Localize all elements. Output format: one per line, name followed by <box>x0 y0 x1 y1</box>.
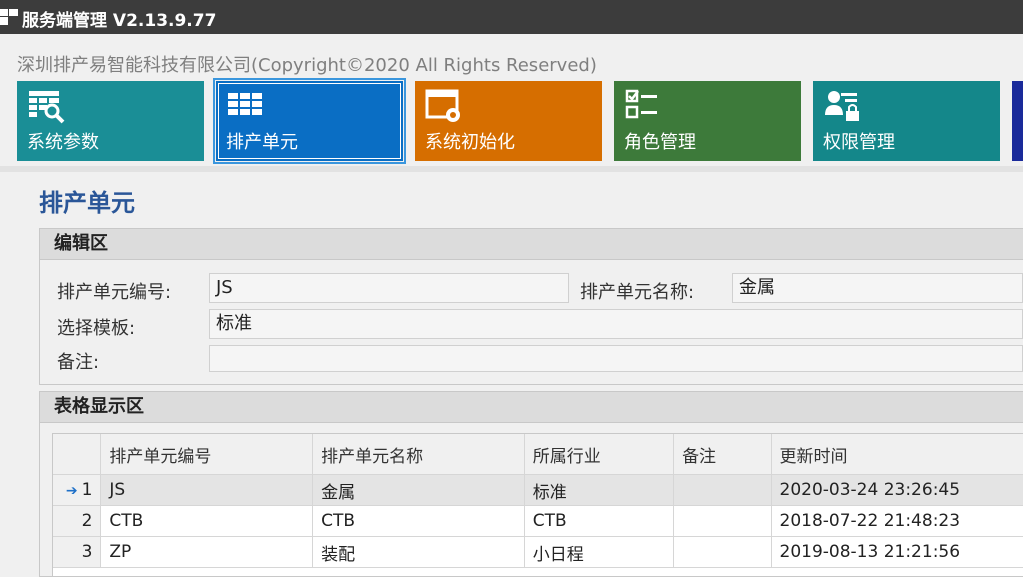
cell-industry[interactable]: 标准 <box>524 474 675 506</box>
column-header-updated[interactable]: 更新时间 <box>771 434 1023 475</box>
tile-permission-management[interactable]: 权限管理 <box>813 81 1000 161</box>
window-gear-icon <box>425 89 460 122</box>
column-header-industry[interactable]: 所属行业 <box>524 434 675 475</box>
cell-industry[interactable]: CTB <box>524 505 675 537</box>
copyright-text: 深圳排产易智能科技有限公司(Copyright©2020 All Rights … <box>17 55 597 76</box>
cell-code[interactable]: JS <box>100 474 314 506</box>
tile-next-partial[interactable] <box>1012 81 1023 161</box>
remark-label: 备注: <box>57 352 100 373</box>
data-grid[interactable]: 排产单元编号 排产单元名称 所属行业 备注 更新时间 ➔ 1 JS 金属 标准 2… <box>52 433 1023 577</box>
grid-icon <box>228 93 262 115</box>
column-header-code[interactable]: 排产单元编号 <box>100 434 314 475</box>
cell-updated[interactable]: 2020-03-24 23:26:45 <box>771 474 1023 506</box>
cell-updated[interactable]: 2018-07-22 21:48:23 <box>771 505 1023 537</box>
cell-remark[interactable] <box>673 505 772 537</box>
name-field[interactable]: 金属 <box>732 273 1023 303</box>
cell-updated[interactable]: 2019-08-13 21:21:56 <box>771 536 1023 568</box>
page-title: 排产单元 <box>39 189 135 217</box>
cell-code[interactable]: ZP <box>100 536 314 568</box>
tile-system-params[interactable]: 系统参数 <box>17 81 204 161</box>
cell-remark[interactable] <box>673 474 772 506</box>
tile-label: 排产单元 <box>226 132 298 153</box>
row-number: 2 <box>81 511 93 531</box>
divider <box>0 166 1023 172</box>
tile-scheduling-unit[interactable]: 排产单元 <box>213 78 406 164</box>
cell-remark[interactable] <box>673 536 772 568</box>
table-header-row: 排产单元编号 排产单元名称 所属行业 备注 更新时间 <box>53 434 1023 475</box>
user-lock-icon <box>825 91 859 121</box>
cell-name[interactable]: 金属 <box>312 474 525 506</box>
row-header[interactable]: ➔ 1 <box>53 474 102 506</box>
checklist-icon <box>625 89 657 119</box>
tile-label: 角色管理 <box>624 132 696 153</box>
corner-header <box>53 434 102 475</box>
tile-role-management[interactable]: 角色管理 <box>614 81 801 161</box>
title-bar: 服务端管理 V2.13.9.77 <box>0 0 1023 34</box>
section-title: 表格显示区 <box>40 392 1023 423</box>
tile-label: 权限管理 <box>823 132 895 153</box>
table-row[interactable]: ➔ 1 JS 金属 标准 2020-03-24 23:26:45 <box>53 474 1023 506</box>
column-header-remark[interactable]: 备注 <box>673 434 772 475</box>
cell-name[interactable]: CTB <box>312 505 525 537</box>
tile-label: 系统初始化 <box>425 132 515 153</box>
code-label: 排产单元编号: <box>57 282 172 303</box>
row-number: 1 <box>81 480 93 500</box>
row-header[interactable]: 3 <box>53 536 102 568</box>
settings-table-icon <box>29 91 65 124</box>
app-icon <box>0 9 18 25</box>
cell-name[interactable]: 装配 <box>312 536 525 568</box>
tile-label: 系统参数 <box>27 132 99 153</box>
name-label: 排产单元名称: <box>580 282 695 303</box>
template-select[interactable]: 标准 <box>209 309 1023 339</box>
row-header[interactable]: 2 <box>53 505 102 537</box>
tile-system-init[interactable]: 系统初始化 <box>415 81 602 161</box>
cell-code[interactable]: CTB <box>100 505 314 537</box>
template-label: 选择模板: <box>57 318 136 339</box>
column-header-name[interactable]: 排产单元名称 <box>312 434 525 475</box>
current-row-arrow-icon: ➔ <box>65 483 78 499</box>
remark-field[interactable] <box>209 345 1023 372</box>
table-row[interactable]: 2 CTB CTB CTB 2018-07-22 21:48:23 <box>53 505 1023 537</box>
row-number: 3 <box>81 542 93 562</box>
window-title: 服务端管理 V2.13.9.77 <box>22 11 217 31</box>
table-row[interactable]: 3 ZP 装配 小日程 2019-08-13 21:21:56 <box>53 536 1023 568</box>
code-field[interactable]: JS <box>209 273 569 303</box>
cell-industry[interactable]: 小日程 <box>524 536 675 568</box>
section-title: 编辑区 <box>40 229 1023 260</box>
